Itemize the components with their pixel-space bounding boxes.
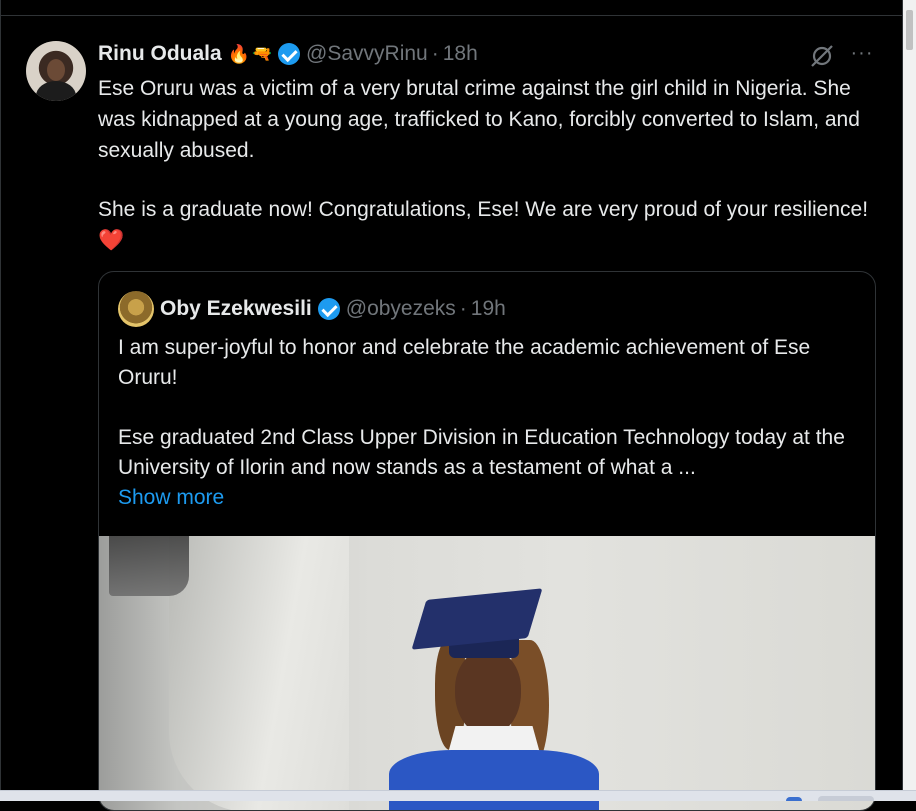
taskbar (0, 790, 916, 801)
timeline-frame: Rinu Oduala 🔥 🔫 @SavvyRinu · 18h ··· Ese… (0, 0, 916, 811)
scrollbar-thumb[interactable] (906, 10, 913, 50)
quote-author-avatar[interactable] (118, 291, 154, 327)
column-border-left (0, 0, 1, 801)
separator-dot: · (459, 297, 467, 320)
pistol-emoji-icon: 🔫 (252, 46, 273, 63)
author-avatar[interactable] (26, 41, 86, 101)
grok-icon[interactable] (808, 42, 836, 70)
tweet-timestamp[interactable]: 18h (443, 42, 478, 66)
quote-header: Oby Ezekwesili @obyezeks · 19h (160, 294, 506, 324)
fire-emoji-icon: 🔥 (227, 43, 251, 64)
quote-timestamp[interactable]: 19h (471, 297, 506, 321)
quote-body: I am super-joyful to honor and celebrate… (118, 333, 863, 513)
quote-author-handle[interactable]: @obyezeks (346, 297, 456, 321)
quote-media-image[interactable] (99, 536, 875, 810)
quoted-tweet[interactable]: Oby Ezekwesili @obyezeks · 19h I am supe… (98, 271, 876, 811)
taskbar-button[interactable] (818, 796, 874, 801)
studio-light (109, 536, 189, 596)
avatar-body (36, 81, 76, 101)
tweet-paragraph: Ese Oruru was a victim of a very brutal … (98, 77, 860, 162)
photo-face (455, 650, 521, 736)
avatar-face (47, 59, 65, 81)
taskbar-button[interactable] (786, 797, 802, 801)
scrollbar-track[interactable] (903, 0, 916, 790)
tweet-divider (0, 15, 903, 16)
quote-paragraph: Ese graduated 2nd Class Upper Division i… (118, 426, 845, 479)
show-more-link[interactable]: Show more (118, 483, 863, 513)
verified-badge-icon[interactable] (317, 298, 340, 320)
author-handle[interactable]: @SavvyRinu (306, 42, 428, 66)
heart-emoji-icon: ❤️ (98, 229, 125, 252)
author-name[interactable]: Rinu Oduala (98, 42, 222, 66)
tweet-paragraph-text: She is a graduate now! Congratulations, … (98, 198, 869, 221)
tweet-body: Ese Oruru was a victim of a very brutal … (98, 73, 888, 256)
tweet-paragraph: She is a graduate now! Congratulations, … (98, 194, 888, 256)
verified-badge-icon[interactable] (278, 43, 301, 65)
graduation-gown (389, 750, 599, 810)
studio-umbrella (169, 536, 349, 810)
quote-author-name[interactable]: Oby Ezekwesili (160, 297, 312, 321)
more-options-icon[interactable]: ··· (848, 42, 876, 70)
tweet-header: Rinu Oduala 🔥 🔫 @SavvyRinu · 18h (98, 40, 478, 68)
quote-paragraph: I am super-joyful to honor and celebrate… (118, 336, 811, 389)
separator-dot: · (431, 42, 439, 65)
